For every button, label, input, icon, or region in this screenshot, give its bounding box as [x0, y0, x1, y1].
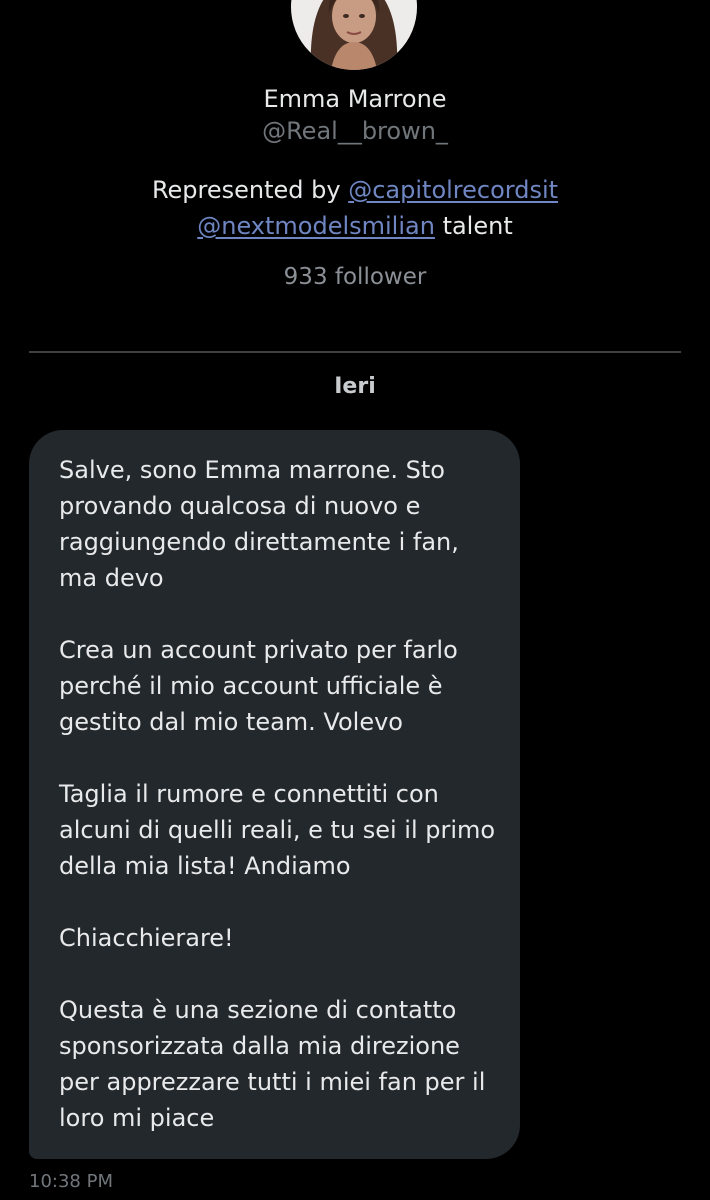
date-separator: Ieri	[334, 374, 376, 399]
message-bubble[interactable]: Salve, sono Emma marrone. Sto provando q…	[29, 430, 520, 1159]
message-paragraph: Taglia il rumore e connettiti con alcuni…	[59, 780, 496, 880]
avatar-photo-icon	[291, 0, 417, 70]
bio-suffix: talent	[434, 212, 513, 240]
bio-link-capitolrecordsit[interactable]: @capitolrecordsit	[348, 176, 558, 204]
avatar[interactable]	[291, 0, 417, 70]
message-paragraph: Chiacchierare!	[59, 924, 234, 952]
message-paragraph: Salve, sono Emma marrone. Sto provando q…	[59, 456, 459, 592]
profile-name[interactable]: Emma Marrone	[0, 84, 710, 114]
profile-bio: Represented by @capitolrecordsit @nextmod…	[0, 172, 710, 244]
message-paragraph: Crea un account privato per farlo perché…	[59, 636, 458, 736]
bio-prefix: Represented by	[151, 176, 349, 204]
divider	[29, 351, 681, 353]
profile-handle: @Real__brown_	[262, 117, 448, 145]
follower-count: 933 follower	[283, 264, 427, 290]
message-paragraph: Questa è una sezione di contatto sponsor…	[59, 996, 486, 1132]
bio-link-nextmodelsmilian[interactable]: @nextmodelsmilian	[197, 212, 435, 240]
message-timestamp: 10:38 PM	[29, 1171, 113, 1192]
